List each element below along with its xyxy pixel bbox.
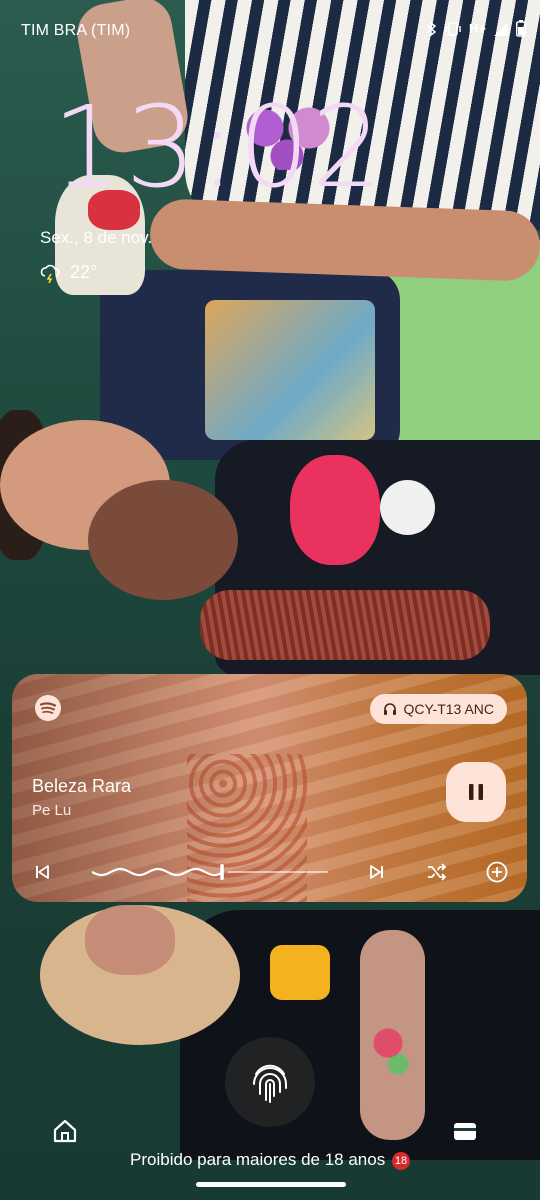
add-icon bbox=[486, 861, 508, 883]
age-restriction-notice: Proibido para maiores de 18 anos 18 bbox=[0, 1150, 540, 1170]
next-button[interactable] bbox=[365, 860, 389, 884]
shuffle-button[interactable] bbox=[425, 860, 449, 884]
network-type: H+ bbox=[469, 21, 486, 36]
headphones-icon bbox=[384, 703, 397, 715]
signal-icon bbox=[494, 21, 508, 36]
add-to-library-button[interactable] bbox=[485, 860, 509, 884]
battery-icon bbox=[516, 20, 526, 37]
home-icon[interactable] bbox=[52, 1118, 78, 1144]
fingerprint-icon bbox=[253, 1064, 287, 1103]
bluetooth-icon bbox=[426, 21, 437, 36]
spotify-icon[interactable] bbox=[34, 694, 62, 722]
status-bar: TIM BRA (TIM) H+ bbox=[0, 0, 540, 62]
fingerprint-sensor[interactable] bbox=[225, 1037, 315, 1127]
pause-button[interactable] bbox=[446, 762, 506, 822]
media-player-card[interactable]: QCY-T13 ANC Beleza Rara Pe Lu bbox=[12, 674, 527, 902]
age-restriction-text: Proibido para maiores de 18 anos bbox=[130, 1150, 386, 1169]
seek-thumb[interactable] bbox=[220, 864, 224, 880]
previous-icon bbox=[36, 865, 49, 879]
track-artist: Pe Lu bbox=[32, 802, 72, 819]
vibrate-icon bbox=[445, 21, 461, 36]
shuffle-icon bbox=[428, 863, 447, 881]
track-title: Beleza Rara bbox=[32, 776, 132, 796]
temperature: 22° bbox=[70, 262, 98, 282]
lockscreen-clock: 13:02 bbox=[52, 83, 385, 213]
pause-icon bbox=[469, 784, 483, 800]
media-controls bbox=[12, 860, 527, 884]
wallet-icon[interactable] bbox=[452, 1118, 478, 1144]
status-icons: H+ bbox=[425, 20, 526, 37]
previous-button[interactable] bbox=[30, 860, 54, 884]
thunderstorm-icon bbox=[40, 264, 60, 283]
seek-bar[interactable] bbox=[92, 864, 328, 880]
age-rating-badge: 18 bbox=[391, 1151, 410, 1170]
lockscreen-date[interactable]: Sex., 8 de nov. bbox=[40, 228, 152, 248]
seek-progress bbox=[92, 867, 223, 877]
weather-widget[interactable]: 22° bbox=[40, 262, 97, 283]
carrier-name: TIM BRA (TIM) bbox=[21, 22, 131, 39]
next-icon bbox=[370, 865, 383, 879]
output-device-chip[interactable]: QCY-T13 ANC bbox=[370, 694, 507, 724]
output-device-label: QCY-T13 ANC bbox=[403, 701, 494, 717]
navigation-handle[interactable] bbox=[196, 1182, 346, 1187]
